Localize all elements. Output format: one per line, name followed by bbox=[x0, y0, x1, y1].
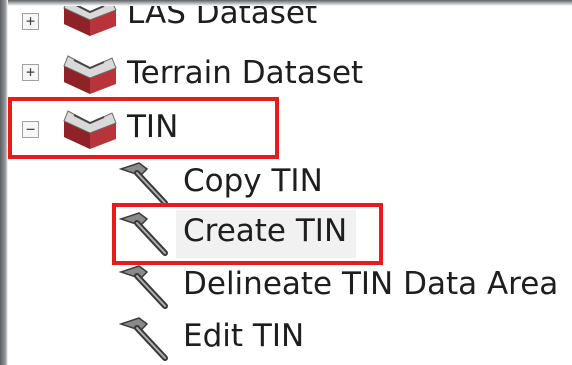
expand-terrain-dataset-button[interactable]: + bbox=[22, 64, 39, 81]
window-top-shadow bbox=[0, 0, 572, 6]
tool-label-edit-tin[interactable]: Edit TIN bbox=[183, 318, 304, 354]
hammer-icon bbox=[118, 265, 168, 309]
expand-las-dataset-button[interactable]: + bbox=[22, 13, 39, 30]
window-left-shadow bbox=[0, 0, 8, 365]
tool-label-delineate-tin-data-area[interactable]: Delineate TIN Data Area bbox=[183, 266, 558, 302]
tool-label-copy-tin[interactable]: Copy TIN bbox=[183, 163, 323, 199]
tin-highlight-box bbox=[8, 97, 279, 159]
hammer-icon bbox=[118, 162, 168, 206]
toolset-label-terrain-dataset[interactable]: Terrain Dataset bbox=[127, 55, 363, 91]
toolbox-icon bbox=[63, 55, 117, 94]
create-tin-highlight-box bbox=[112, 203, 383, 265]
hammer-icon bbox=[118, 317, 168, 361]
toolbox-tree: + LAS Dataset + Terrain Dataset − TIN Co… bbox=[0, 0, 572, 365]
